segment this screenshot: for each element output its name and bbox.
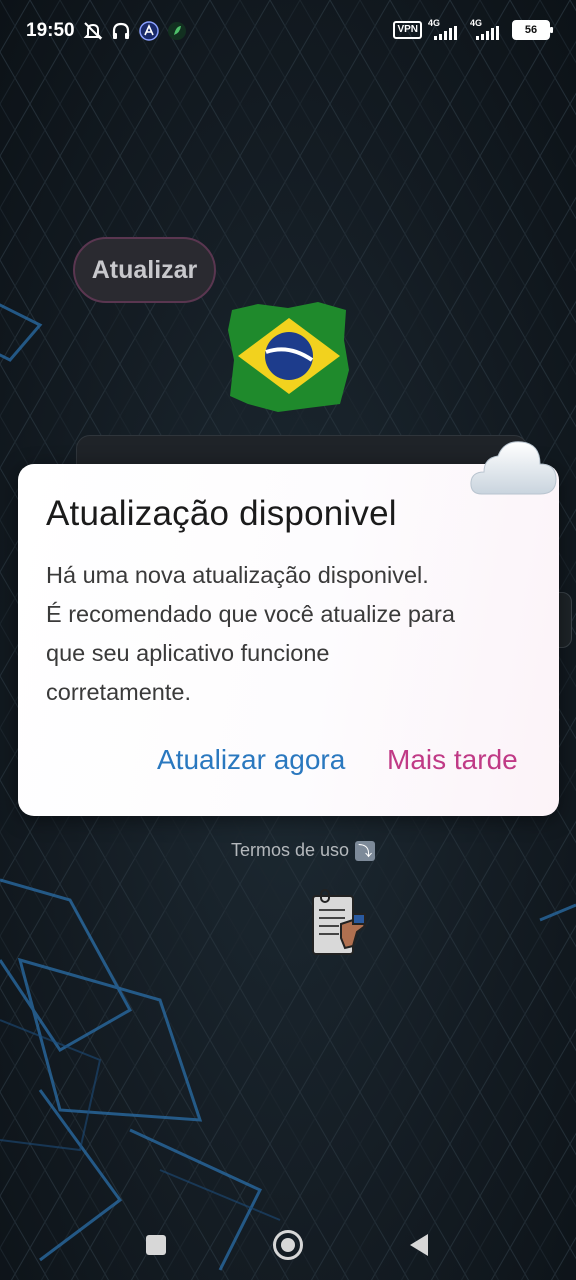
dialog-message-line: Há uma nova atualização disponivel. bbox=[46, 562, 429, 588]
navigation-bar bbox=[0, 1210, 576, 1280]
signal-indicator-1: 4G bbox=[428, 18, 464, 42]
later-button[interactable]: Mais tarde bbox=[387, 744, 518, 776]
signal-bars-icon bbox=[476, 26, 499, 40]
dialog-message-line: É recomendado que você atualize para bbox=[46, 601, 455, 627]
bell-off-icon bbox=[83, 22, 103, 40]
notification-icons bbox=[82, 20, 188, 42]
cloud-icon bbox=[470, 441, 557, 495]
status-bar: 19:50 VPN 4G 4G 56 bbox=[0, 0, 576, 64]
headphones-icon bbox=[112, 22, 130, 39]
update-now-button[interactable]: Atualizar agora bbox=[157, 744, 345, 776]
update-dialog: Atualização disponivel Há uma nova atual… bbox=[18, 464, 559, 816]
clock: 19:50 bbox=[26, 20, 75, 41]
dialog-message: Há uma nova atualização disponivel. É re… bbox=[46, 556, 526, 712]
return-arrow-icon: ⤵ bbox=[355, 840, 376, 861]
system-indicators: VPN 4G 4G 56 bbox=[393, 18, 553, 42]
app-a-icon bbox=[139, 21, 159, 41]
document-signature-icon[interactable] bbox=[309, 888, 367, 958]
terms-link[interactable]: Termos de uso ⤵ bbox=[231, 840, 376, 861]
brazil-flag-icon bbox=[228, 302, 349, 412]
app-leaf-icon bbox=[168, 22, 186, 40]
signal-indicator-2: 4G bbox=[470, 18, 506, 42]
signal-bars-icon bbox=[434, 26, 457, 40]
dialog-message-line: corretamente. bbox=[46, 679, 191, 705]
dialog-message-line: que seu aplicativo funcione bbox=[46, 640, 330, 666]
terms-label: Termos de uso bbox=[231, 840, 350, 860]
recent-apps-button[interactable] bbox=[146, 1235, 166, 1255]
update-button[interactable]: Atualizar bbox=[73, 237, 216, 303]
vpn-badge: VPN bbox=[393, 21, 422, 39]
dialog-title: Atualização disponivel bbox=[46, 494, 397, 533]
back-button[interactable] bbox=[408, 1232, 430, 1258]
battery-indicator: 56 bbox=[512, 20, 553, 40]
home-button[interactable] bbox=[273, 1230, 303, 1260]
